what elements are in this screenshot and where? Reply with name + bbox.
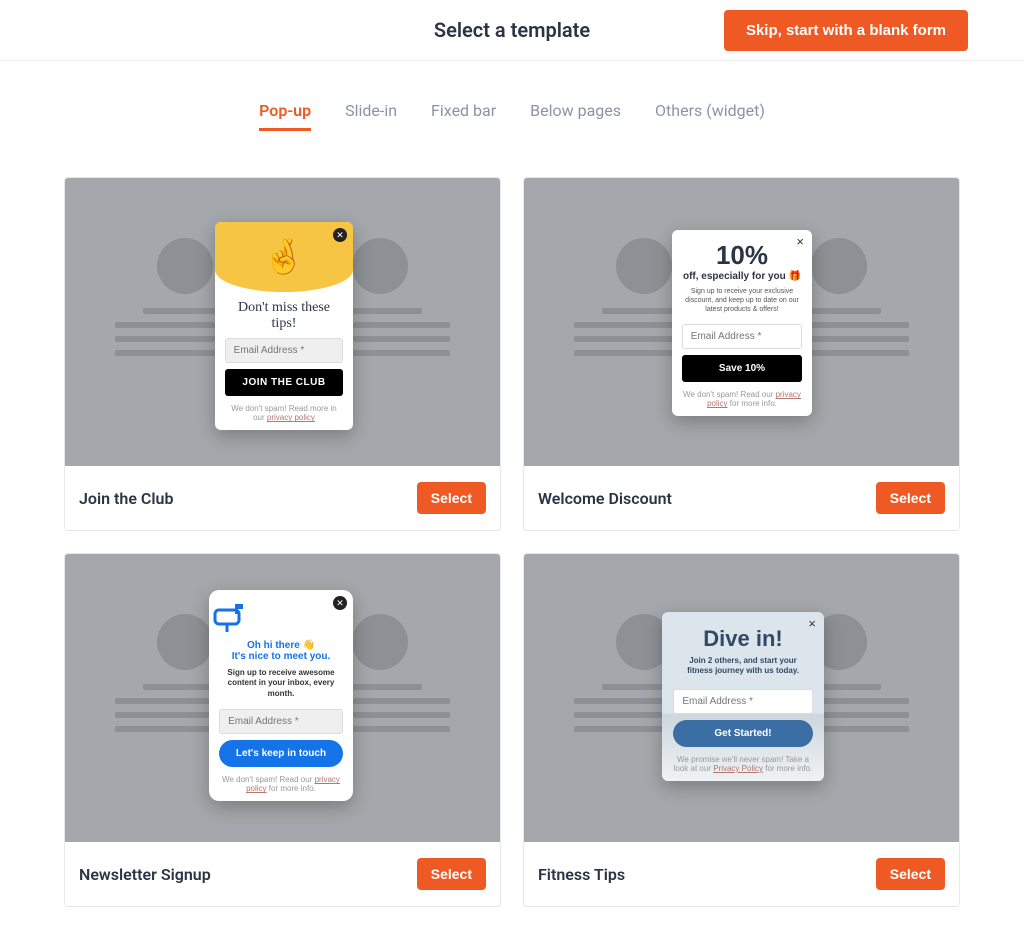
email-input [682, 324, 802, 349]
template-preview: × 10% off, especially for you 🎁 Sign up … [524, 178, 959, 466]
gift-icon: 🎁 [789, 271, 801, 282]
page-title: Select a template [434, 18, 590, 42]
popup-hi: Oh hi there 👋 [209, 640, 353, 651]
template-title: Fitness Tips [538, 865, 625, 884]
template-footer: Newsletter Signup Select [65, 842, 500, 906]
template-card-welcome-discount: × 10% off, especially for you 🎁 Sign up … [523, 177, 960, 531]
template-title: Newsletter Signup [79, 865, 211, 884]
popup-preview: × Dive in! Join 2 others, and start your… [662, 612, 824, 781]
close-icon: × [796, 234, 804, 249]
popup-fineprint: We don't spam! Read more in our privacy … [215, 404, 353, 430]
template-preview: ✕ 🤞 Don't miss these tips! JOIN THE CLUB… [65, 178, 500, 466]
popup-fineprint: We don't spam! Read our privacy policy f… [209, 775, 353, 801]
popup-cta: Get Started! [673, 720, 812, 747]
popup-preview: ✕ Oh hi there 👋 It's nice to meet you. S… [209, 590, 353, 801]
popup-headline: 10% [672, 240, 812, 271]
popup-nice: It's nice to meet you. [209, 651, 353, 662]
popup-headline: Dive in! [662, 626, 824, 652]
email-input [219, 709, 343, 734]
popup-fineprint: We promise we'll never spam! Take a look… [662, 755, 824, 781]
popup-description: Sign up to receive awesome content in yo… [209, 668, 353, 703]
popup-cta: JOIN THE CLUB [225, 369, 344, 396]
template-card-join-the-club: ✕ 🤞 Don't miss these tips! JOIN THE CLUB… [64, 177, 501, 531]
tab-slidein[interactable]: Slide-in [345, 101, 397, 131]
page-header: Select a template Skip, start with a bla… [0, 0, 1024, 61]
popup-cta: Let's keep in touch [219, 740, 343, 767]
tab-others[interactable]: Others (widget) [655, 101, 765, 131]
popup-fineprint: We don't spam! Read our privacy policy f… [672, 390, 812, 416]
template-title: Welcome Discount [538, 489, 672, 508]
close-icon: ✕ [333, 596, 347, 610]
skip-button[interactable]: Skip, start with a blank form [724, 10, 968, 51]
select-button[interactable]: Select [417, 858, 486, 890]
template-tabs: Pop-up Slide-in Fixed bar Below pages Ot… [0, 61, 1024, 141]
email-input [673, 689, 812, 714]
tab-belowpages[interactable]: Below pages [530, 101, 621, 131]
popup-description: Sign up to receive your exclusive discou… [672, 288, 812, 318]
template-footer: Welcome Discount Select [524, 466, 959, 530]
template-title: Join the Club [79, 489, 173, 508]
select-button[interactable]: Select [417, 482, 486, 514]
template-footer: Join the Club Select [65, 466, 500, 530]
template-preview: ✕ Oh hi there 👋 It's nice to meet you. S… [65, 554, 500, 842]
template-card-newsletter-signup: ✕ Oh hi there 👋 It's nice to meet you. S… [64, 553, 501, 907]
popup-preview: × 10% off, especially for you 🎁 Sign up … [672, 230, 812, 416]
template-preview: × Dive in! Join 2 others, and start your… [524, 554, 959, 842]
template-grid: ✕ 🤞 Don't miss these tips! JOIN THE CLUB… [0, 141, 1024, 937]
tab-fixedbar[interactable]: Fixed bar [431, 101, 496, 131]
email-input [225, 338, 344, 363]
popup-description: Join 2 others, and start your fitness jo… [662, 656, 824, 683]
popup-subline: off, especially for you 🎁 [672, 271, 812, 282]
mailbox-icon [209, 604, 353, 634]
close-icon: × [808, 616, 816, 631]
popup-preview: ✕ 🤞 Don't miss these tips! JOIN THE CLUB… [215, 222, 353, 430]
template-card-fitness-tips: × Dive in! Join 2 others, and start your… [523, 553, 960, 907]
popup-heading: Don't miss these tips! [225, 300, 343, 332]
tab-popup[interactable]: Pop-up [259, 101, 311, 131]
close-icon: ✕ [333, 228, 347, 242]
select-button[interactable]: Select [876, 858, 945, 890]
wave-icon: 👋 [303, 640, 315, 651]
popup-cta: Save 10% [682, 355, 802, 382]
template-footer: Fitness Tips Select [524, 842, 959, 906]
select-button[interactable]: Select [876, 482, 945, 514]
